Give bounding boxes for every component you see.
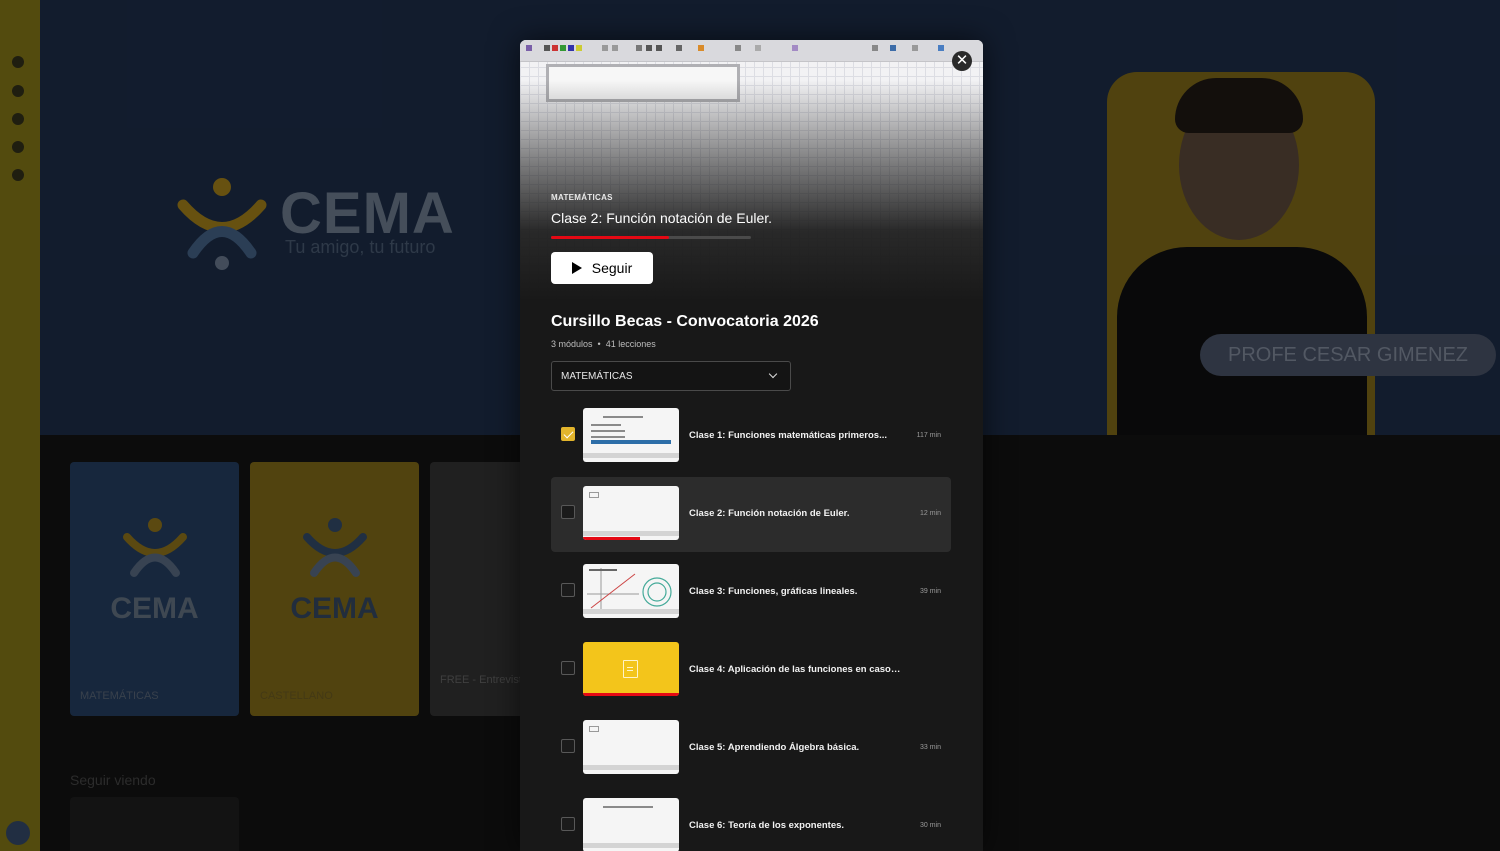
hero-subject: MATEMÁTICAS — [551, 193, 613, 202]
lesson-duration: 12 min — [919, 510, 941, 517]
lesson-checkbox[interactable] — [561, 427, 575, 441]
lesson-duration: 39 min — [919, 588, 941, 595]
module-select[interactable]: MATEMÁTICAS — [551, 361, 791, 391]
lesson-title: Clase 1: Funciones matemáticas primeros.… — [689, 430, 887, 441]
lesson-row[interactable]: Clase 2: Función notación de Euler. 12 mi… — [551, 477, 951, 552]
lesson-progress-bar — [583, 693, 679, 696]
lesson-row[interactable]: Clase 4: Aplicación de las funciones en … — [551, 633, 951, 708]
lesson-row[interactable]: Clase 5: Aprendiendo Álgebra básica. 33 m… — [551, 711, 951, 786]
lesson-thumbnail[interactable] — [583, 564, 679, 618]
close-button[interactable]: ✕ — [952, 51, 972, 71]
lesson-checkbox[interactable] — [561, 583, 575, 597]
course-modal: ✕ MATEMÁTICAS Clase 2: Función notación … — [520, 40, 983, 851]
lesson-thumbnail[interactable] — [583, 408, 679, 462]
lesson-duration: 33 min — [919, 744, 941, 751]
lesson-title: Clase 3: Funciones, gráficas lineales. — [689, 586, 858, 597]
play-icon — [571, 262, 582, 274]
lesson-checkbox[interactable] — [561, 739, 575, 753]
lesson-thumbnail[interactable] — [583, 798, 679, 851]
lesson-checkbox[interactable] — [561, 505, 575, 519]
lesson-checkbox[interactable] — [561, 817, 575, 831]
document-icon — [623, 660, 638, 678]
lesson-thumbnail[interactable] — [583, 642, 679, 696]
hero-lesson-title: Clase 2: Función notación de Euler. — [551, 210, 773, 226]
lesson-title: Clase 5: Aprendiendo Álgebra básica. — [689, 742, 860, 753]
hero-progress-fill — [551, 236, 669, 239]
lesson-progress-bar — [583, 537, 640, 540]
lesson-checkbox[interactable] — [561, 661, 575, 675]
lesson-row[interactable]: Clase 1: Funciones matemáticas primeros.… — [551, 399, 951, 474]
module-select-value: MATEMÁTICAS — [561, 371, 633, 382]
lesson-title: Clase 2: Función notación de Euler. — [689, 508, 850, 519]
lesson-row[interactable]: Clase 6: Teoría de los exponentes. 30 min — [551, 789, 951, 851]
module-count: 3 módulos — [551, 339, 593, 349]
resume-button[interactable]: Seguir — [551, 252, 653, 284]
lesson-duration: 30 min — [919, 822, 941, 829]
hero-progress-bar — [551, 236, 751, 239]
lesson-title: Clase 6: Teoría de los exponentes. — [689, 820, 845, 831]
lesson-thumbnail[interactable] — [583, 720, 679, 774]
resume-label: Seguir — [591, 260, 633, 276]
lesson-thumbnail[interactable] — [583, 486, 679, 540]
course-title: Cursillo Becas - Convocatoria 2026 — [551, 313, 819, 330]
chevron-down-icon — [768, 369, 778, 379]
lesson-count: 41 lecciones — [605, 339, 656, 349]
close-icon: ✕ — [955, 52, 969, 69]
meta-separator: • — [597, 339, 601, 349]
lesson-duration: 117 min — [916, 432, 941, 439]
whiteboard-toolbar — [520, 40, 983, 62]
course-meta: 3 módulos • 41 lecciones — [551, 339, 656, 349]
lesson-title: Clase 4: Aplicación de las funciones en … — [689, 664, 903, 675]
lesson-row[interactable]: Clase 3: Funciones, gráficas lineales. 39… — [551, 555, 951, 630]
